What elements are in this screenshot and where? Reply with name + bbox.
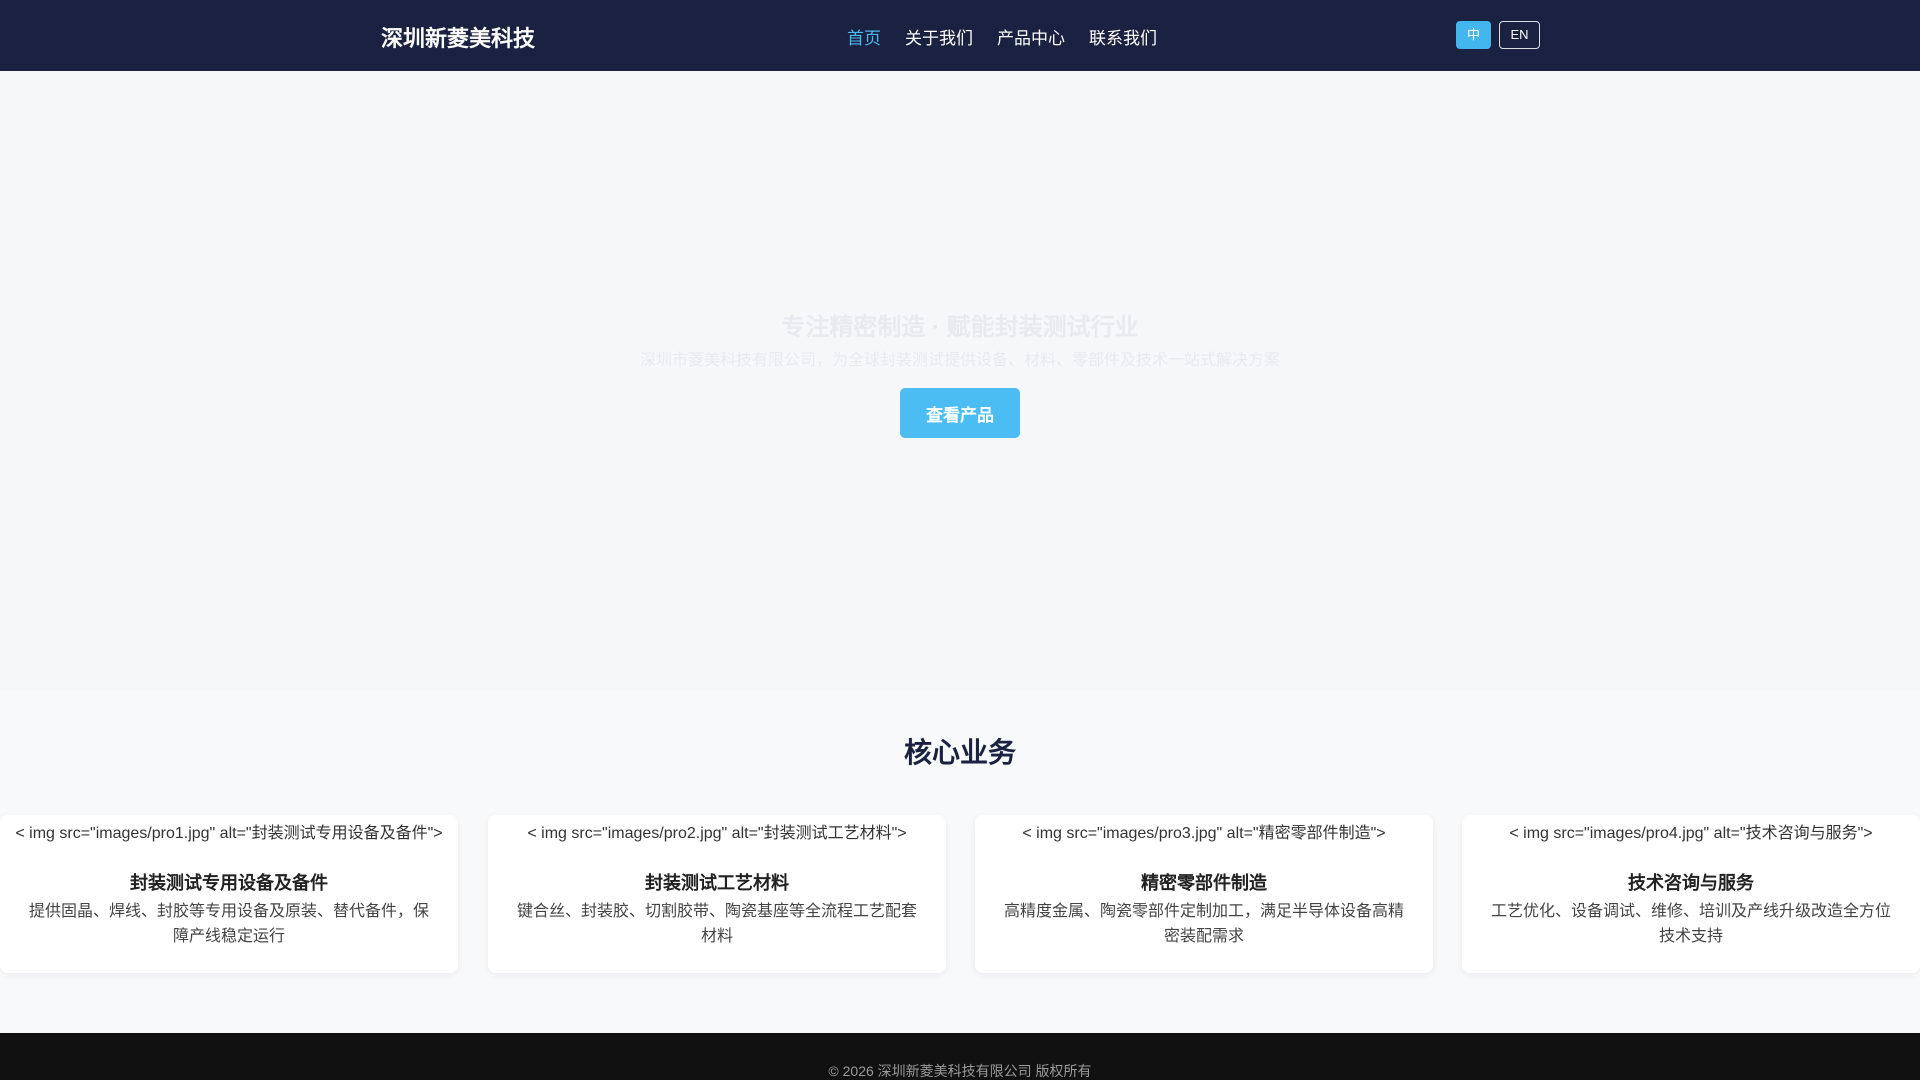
card-title: 封装测试专用设备及备件 bbox=[130, 873, 328, 893]
lang-en-button[interactable]: EN bbox=[1499, 21, 1540, 49]
main-nav: 首页 关于我们 产品中心 联系我们 bbox=[847, 24, 1157, 49]
card-title: 精密零部件制造 bbox=[1141, 873, 1267, 893]
card-description: 高精度金属、陶瓷零部件定制加工，满足半导体设备高精密装配需求 bbox=[1003, 903, 1404, 945]
business-card-precision-parts[interactable]: < img src="images/pro3.jpg" alt="精密零部件制造… bbox=[975, 815, 1433, 973]
site-header: 深圳新菱美科技 首页 关于我们 产品中心 联系我们 中 EN bbox=[0, 0, 1920, 71]
business-card-materials[interactable]: < img src="images/pro2.jpg" alt="封装测试工艺材… bbox=[488, 815, 946, 973]
view-products-button[interactable]: 查看产品 bbox=[900, 388, 1020, 438]
card-description: 键合丝、封装胶、切割胶带、陶瓷基座等全流程工艺配套材料 bbox=[516, 903, 917, 945]
nav-item-home[interactable]: 首页 bbox=[847, 24, 881, 49]
section-title-core-business: 核心业务 bbox=[903, 737, 1016, 768]
hero-title: 专注精密制造 · 赋能封装测试行业 bbox=[781, 314, 1139, 341]
card-title: 技术咨询与服务 bbox=[1628, 873, 1754, 893]
hero-banner: 专注精密制造 · 赋能封装测试行业 深圳市菱美科技有限公司，为全球封装测试提供设… bbox=[0, 71, 1920, 691]
business-card-tech-services[interactable]: < img src="images/pro4.jpg" alt="技术咨询与服务… bbox=[1462, 815, 1920, 973]
lang-zh-button[interactable]: 中 bbox=[1456, 21, 1491, 49]
site-footer: © 2026 深圳新菱美科技有限公司 版权所有 bbox=[0, 1033, 1920, 1080]
brand-logo-text[interactable]: 深圳新菱美科技 bbox=[381, 21, 535, 53]
copyright-text: © 2026 深圳新菱美科技有限公司 版权所有 bbox=[828, 1063, 1092, 1079]
card-image-placeholder: < img src="images/pro2.jpg" alt="封装测试工艺材… bbox=[527, 825, 907, 842]
card-image-placeholder: < img src="images/pro3.jpg" alt="精密零部件制造… bbox=[1022, 825, 1386, 842]
nav-item-products[interactable]: 产品中心 bbox=[997, 24, 1065, 49]
nav-item-about[interactable]: 关于我们 bbox=[905, 24, 973, 49]
card-description: 提供固晶、焊线、封胶等专用设备及原装、替代备件，保障产线稳定运行 bbox=[28, 903, 429, 945]
card-description: 工艺优化、设备调试、维修、培训及产线升级改造全方位技术支持 bbox=[1490, 903, 1891, 945]
card-image-placeholder: < img src="images/pro1.jpg" alt="封装测试专用设… bbox=[15, 825, 443, 842]
card-image-placeholder: < img src="images/pro4.jpg" alt="技术咨询与服务… bbox=[1509, 825, 1873, 842]
nav-item-contact[interactable]: 联系我们 bbox=[1089, 24, 1157, 49]
card-title: 封装测试工艺材料 bbox=[645, 873, 789, 893]
business-cards: < img src="images/pro1.jpg" alt="封装测试专用设… bbox=[0, 815, 1920, 973]
hero-subtitle: 深圳市菱美科技有限公司，为全球封装测试提供设备、材料、零部件及技术一站式解决方案 bbox=[639, 352, 1280, 369]
business-card-equipment[interactable]: < img src="images/pro1.jpg" alt="封装测试专用设… bbox=[0, 815, 458, 973]
